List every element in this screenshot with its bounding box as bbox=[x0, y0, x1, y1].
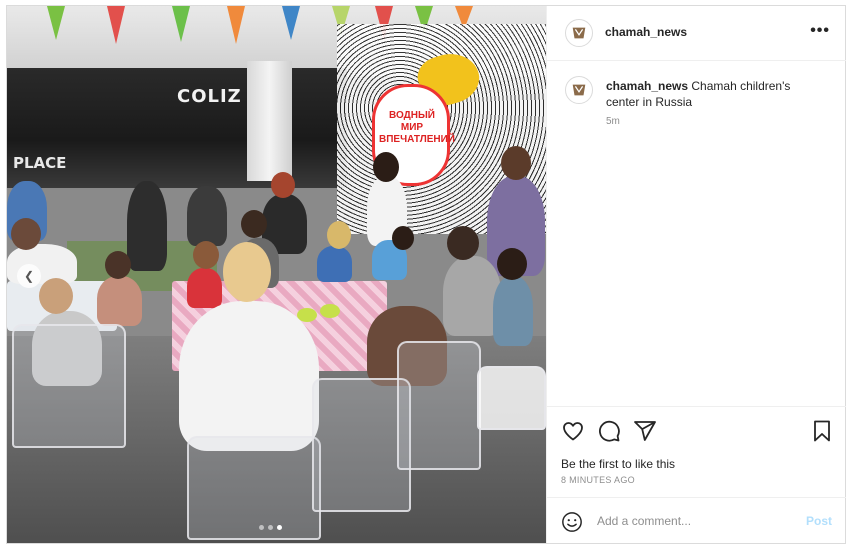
avatar[interactable] bbox=[565, 76, 593, 104]
carousel-indicator bbox=[259, 525, 282, 530]
post-actions: Be the first to like this 8 MINUTES AGO bbox=[547, 406, 846, 497]
post-dialog: COLIZ PLACE ВОДНЫЙ МИР ВПЕЧАТЛЕНИЙ ❮ cha… bbox=[6, 5, 846, 544]
caption-text: chamah_news Chamah children's center in … bbox=[606, 78, 826, 110]
bookmark-icon[interactable] bbox=[810, 419, 834, 443]
post-comment-button[interactable]: Post bbox=[806, 514, 832, 528]
mural-text: ВОДНЫЙ МИР ВПЕЧАТЛЕНИЙ bbox=[379, 110, 455, 145]
username-link[interactable]: chamah_news bbox=[605, 25, 687, 39]
caption-timestamp: 5m bbox=[606, 116, 620, 127]
chevron-left-icon[interactable]: ❮ bbox=[17, 264, 41, 288]
avatar-logo-icon bbox=[572, 84, 586, 96]
carousel-dot bbox=[259, 525, 264, 530]
likes-text: Be the first to like this bbox=[561, 457, 676, 471]
comment-icon[interactable] bbox=[597, 419, 621, 443]
avatar[interactable] bbox=[565, 19, 593, 47]
carousel-dot bbox=[268, 525, 273, 530]
heart-icon[interactable] bbox=[561, 419, 585, 443]
post-sidebar: chamah_news ••• chamah_news Chamah child… bbox=[546, 6, 846, 543]
caption-username[interactable]: chamah_news bbox=[606, 79, 688, 93]
avatar-logo-icon bbox=[572, 27, 586, 39]
more-options-icon[interactable]: ••• bbox=[810, 22, 830, 40]
comment-bar: Post bbox=[547, 497, 846, 544]
post-header: chamah_news ••• bbox=[547, 6, 846, 61]
post-timestamp: 8 MINUTES AGO bbox=[561, 475, 635, 485]
emoji-icon[interactable] bbox=[561, 511, 583, 533]
mall-sign-secondary: PLACE bbox=[13, 154, 67, 172]
post-photo[interactable]: COLIZ PLACE ВОДНЫЙ МИР ВПЕЧАТЛЕНИЙ ❮ bbox=[7, 6, 546, 543]
carousel-dot-active bbox=[277, 525, 282, 530]
share-icon[interactable] bbox=[633, 419, 657, 443]
comment-input[interactable] bbox=[597, 510, 797, 532]
mall-sign: COLIZ bbox=[177, 86, 242, 107]
